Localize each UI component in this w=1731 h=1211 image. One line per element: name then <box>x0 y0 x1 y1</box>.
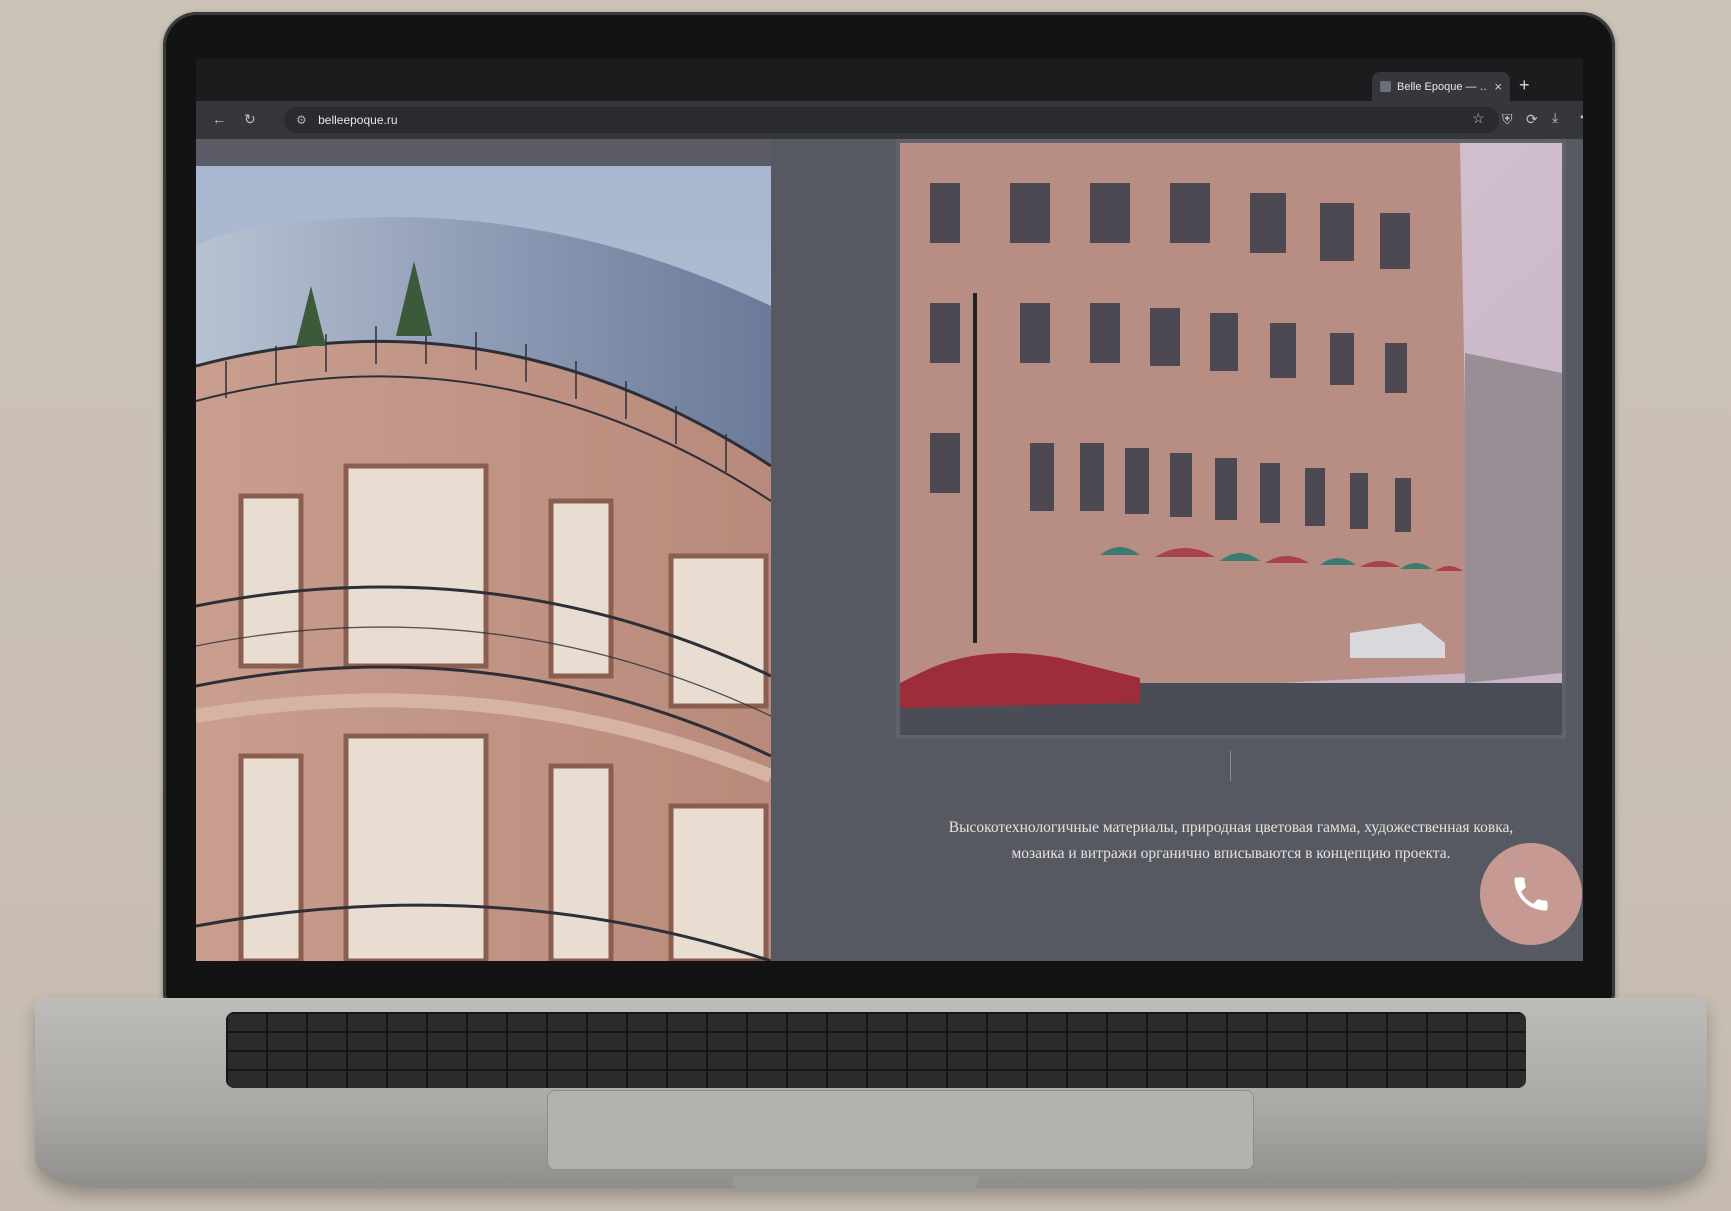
keyboard <box>226 1012 1526 1088</box>
reload-icon[interactable]: ↻ <box>244 109 256 129</box>
site-info-icon[interactable]: ⚙ <box>296 113 307 127</box>
address-bar[interactable]: ⚙ belleepoque.ru <box>284 107 1499 133</box>
building-corner-photo <box>196 166 771 961</box>
top-strip <box>196 139 771 166</box>
tab-bar: Belle Epoque — … × + <box>196 59 1583 101</box>
call-button[interactable] <box>1480 843 1582 945</box>
new-tab-button[interactable]: + <box>1519 76 1530 94</box>
tab-close-icon[interactable]: × <box>1494 79 1502 94</box>
tab-title: Belle Epoque — … <box>1397 80 1489 93</box>
page-content: Высокотехнологичные материалы, природная… <box>196 139 1583 961</box>
project-description: Высокотехнологичные материалы, природная… <box>948 818 1514 862</box>
street-facade-photo <box>896 139 1566 739</box>
url-text: belleepoque.ru <box>318 113 398 127</box>
trackpad <box>547 1090 1254 1170</box>
site-favicon-icon <box>1380 81 1391 92</box>
phone-icon <box>1514 877 1548 911</box>
shield-icon[interactable]: ⛨ <box>1502 109 1513 129</box>
sync-icon[interactable]: ⟳ <box>1526 109 1538 129</box>
puzzle-icon[interactable]: ✚ <box>1580 107 1583 127</box>
browser-tab[interactable]: Belle Epoque — … × <box>1372 72 1510 101</box>
star-icon[interactable]: ☆ <box>1472 108 1485 128</box>
back-arrow-icon[interactable]: ← <box>212 109 226 129</box>
download-icon[interactable]: ⤓ <box>1552 107 1558 127</box>
separator-line <box>1230 751 1231 781</box>
lid-notch <box>733 1176 978 1190</box>
browser-window: Belle Epoque — … × + ← ↻ ⚙ belleepoque.r… <box>196 59 1583 961</box>
